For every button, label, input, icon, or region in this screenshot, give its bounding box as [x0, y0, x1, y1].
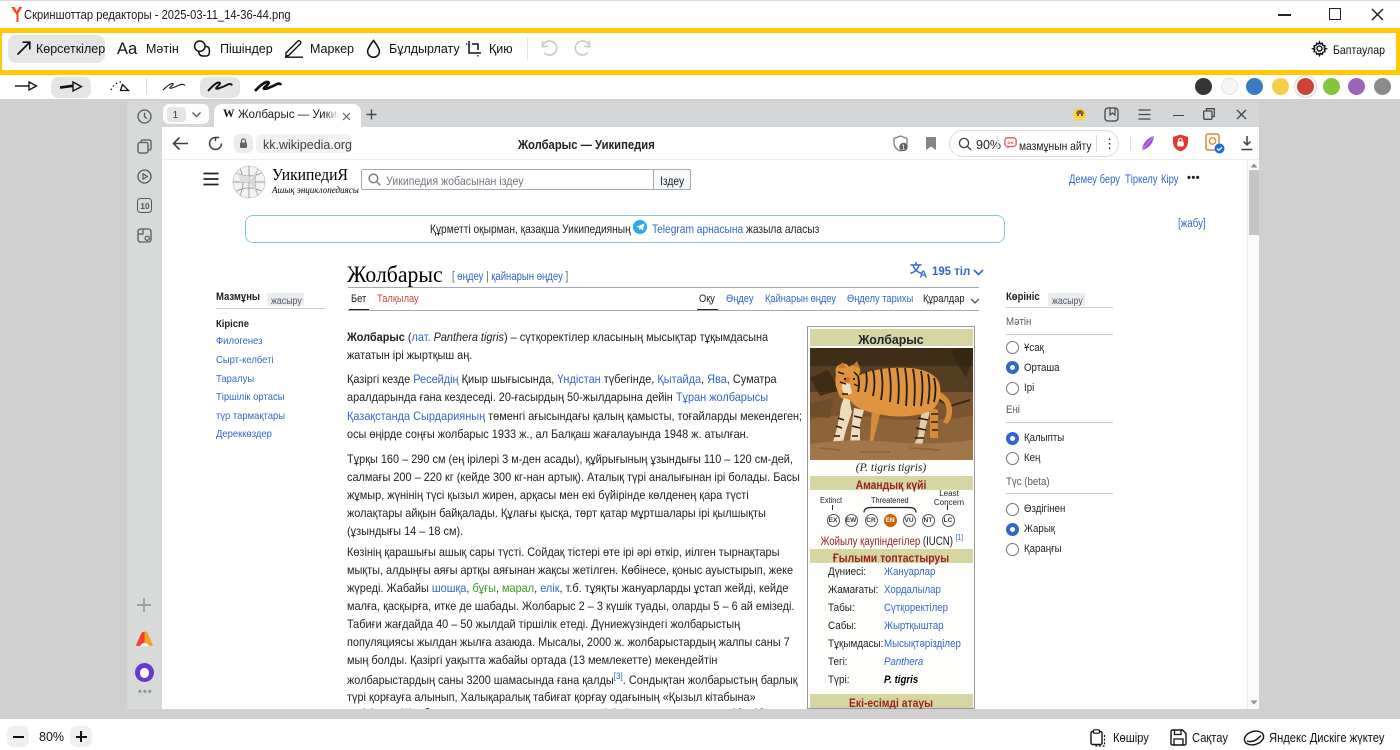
- svg-text:««: ««: [1007, 141, 1014, 147]
- svg-text:A: A: [920, 269, 928, 279]
- svg-text:1: 1: [901, 143, 905, 152]
